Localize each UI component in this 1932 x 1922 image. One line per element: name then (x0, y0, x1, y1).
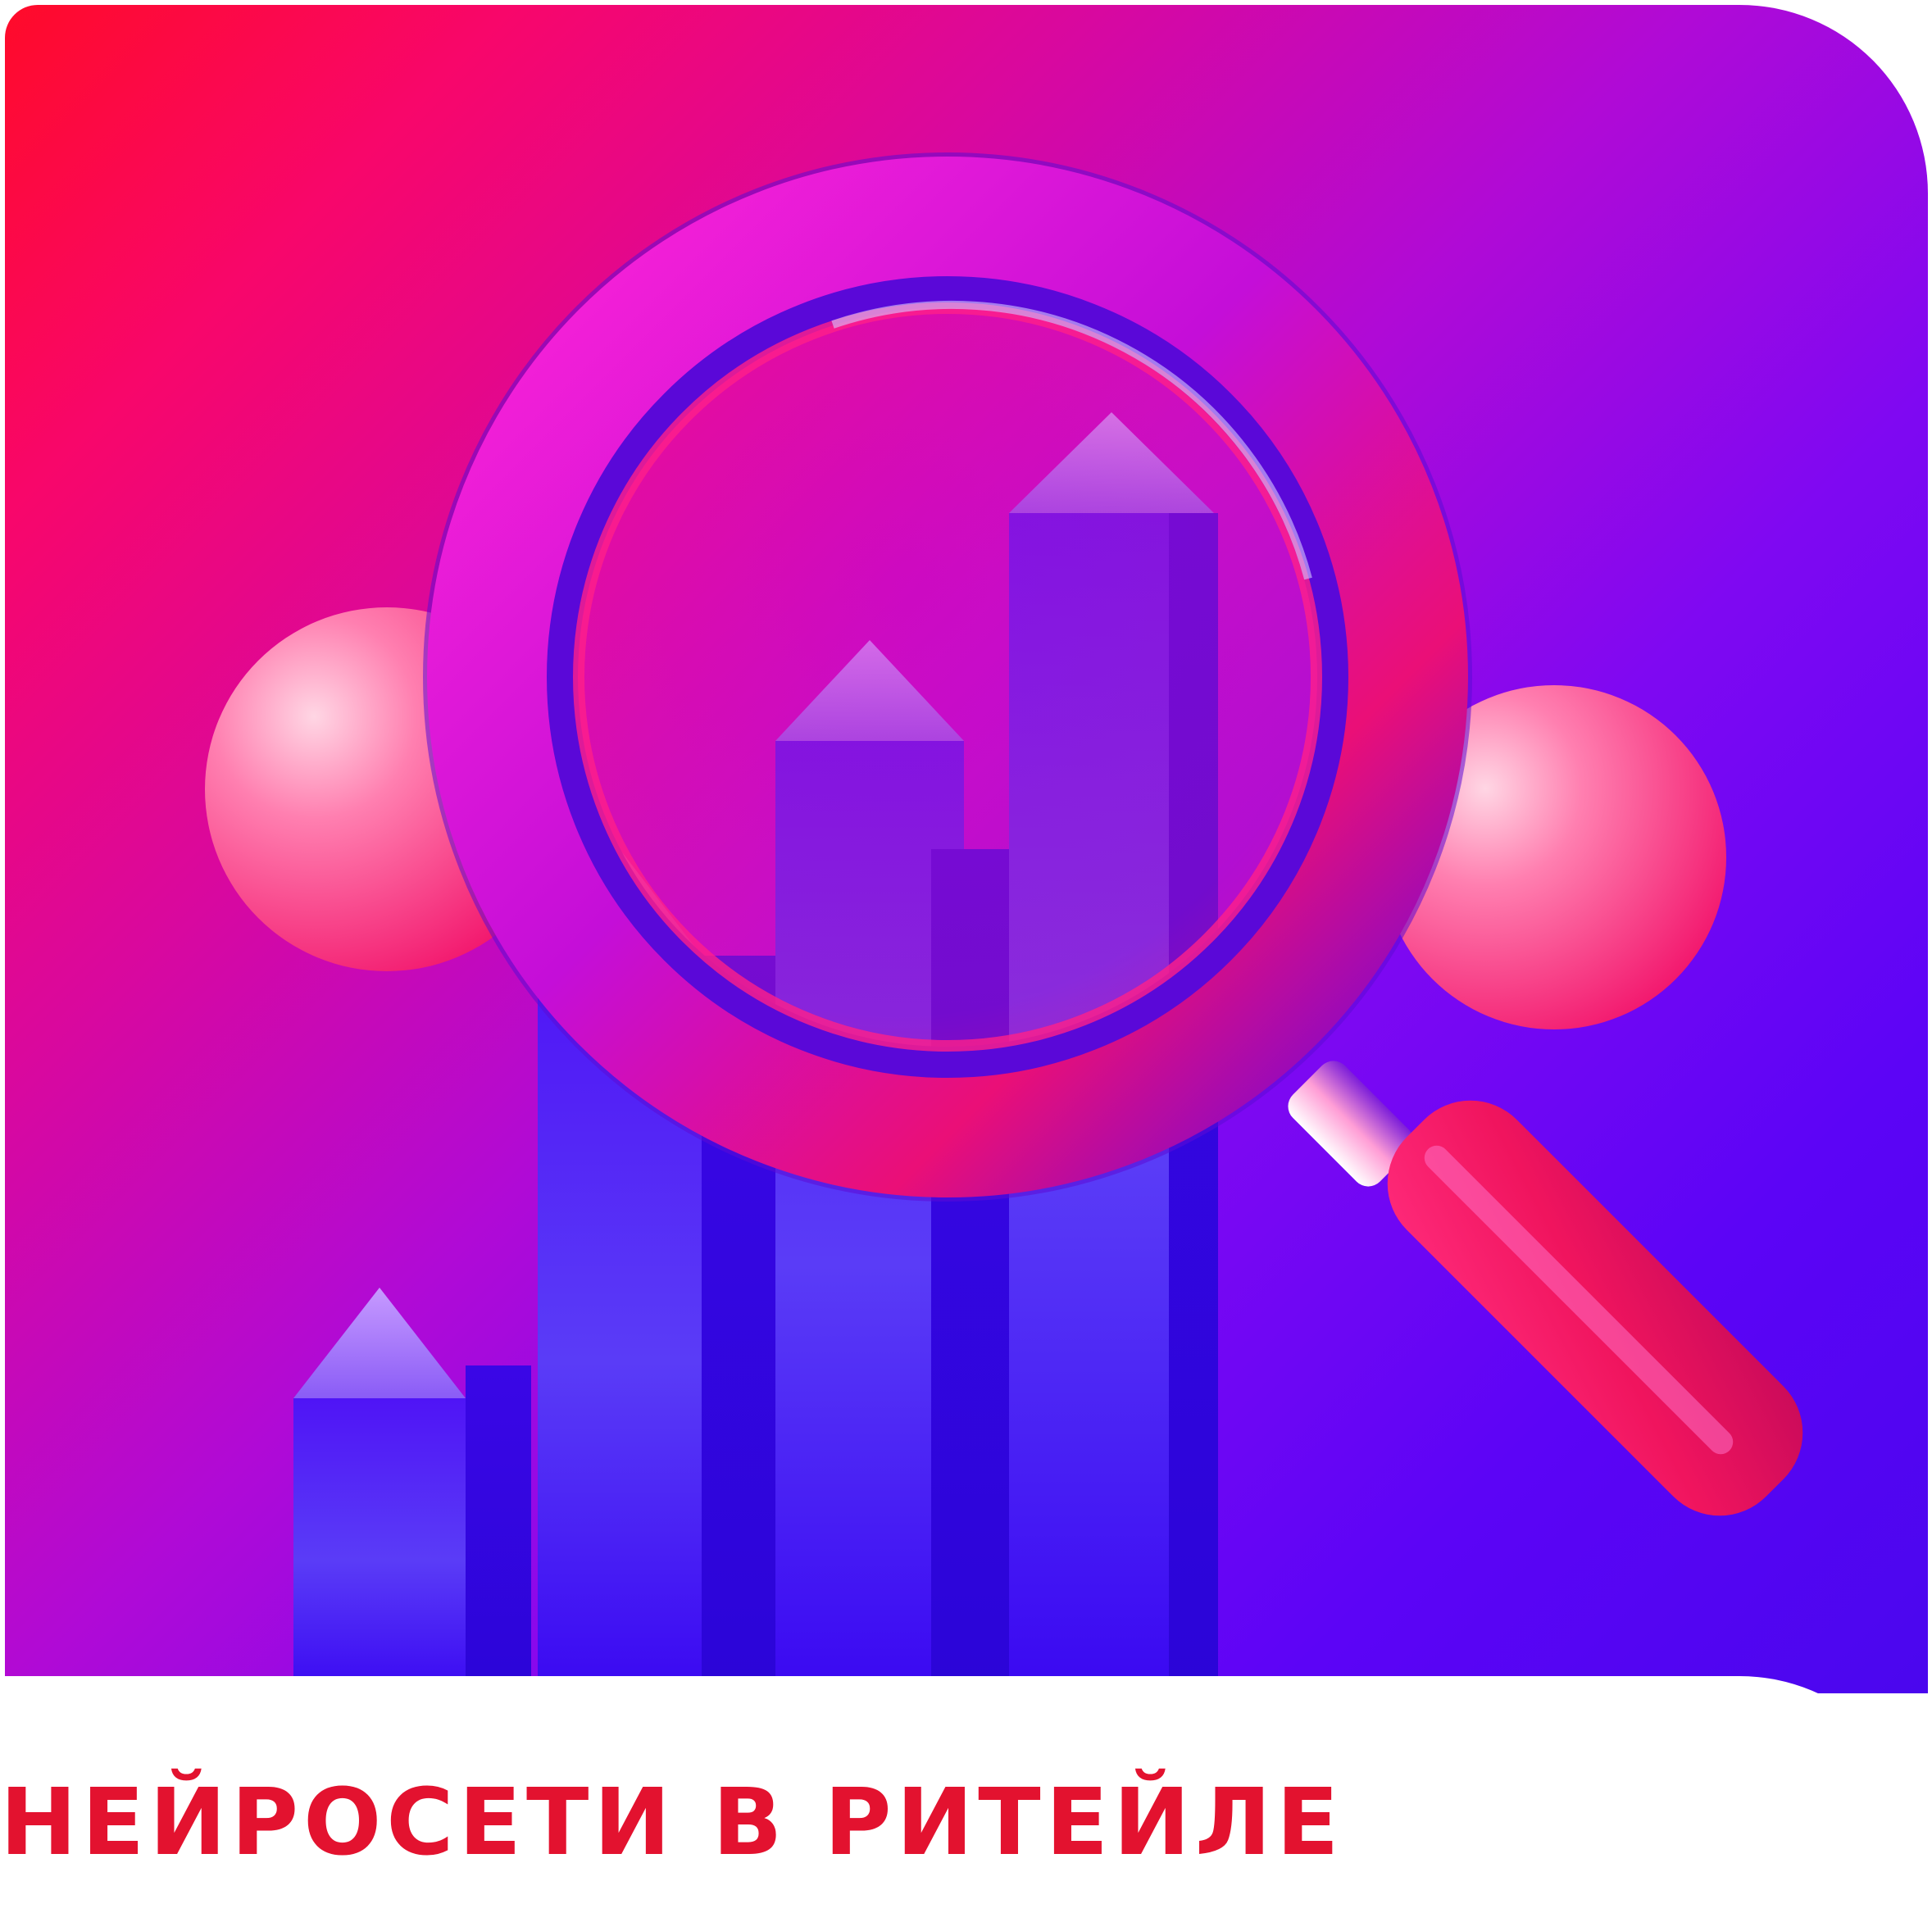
headline-text: НЕЙРОСЕТИ В РИТЕЙЛЕ (0, 1770, 1344, 1876)
magnifier-over-bar-chart-illustration (205, 152, 1803, 1693)
bar-1 (293, 1288, 531, 1693)
hero-illustration (5, 5, 1928, 1693)
